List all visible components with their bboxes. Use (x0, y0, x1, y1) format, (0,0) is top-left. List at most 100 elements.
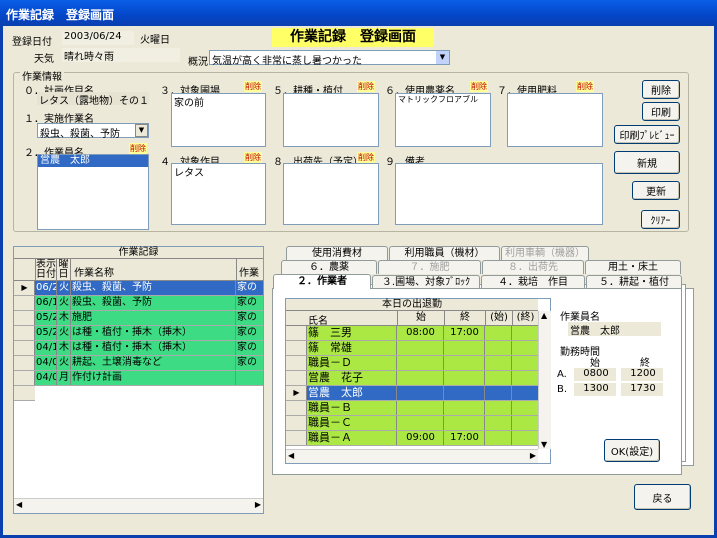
list-item[interactable]: 営農 太郎 (38, 155, 148, 167)
attendance-hscrollbar[interactable]: ◀ ▶ (286, 449, 538, 463)
back-button[interactable]: 戻る (634, 484, 691, 510)
chevron-down-icon[interactable]: ▼ (135, 124, 148, 137)
cell-start (397, 386, 444, 400)
tab-vehicles[interactable]: 利用車輌（機器） (501, 246, 589, 260)
crop-list[interactable]: レタス (171, 163, 266, 225)
table-row[interactable]: 04/05月作付け計画 (14, 371, 263, 386)
cell-day: 火 (57, 356, 71, 370)
ok-settings-button[interactable]: OK(設定) (604, 439, 660, 462)
table-row[interactable]: 04/10木は種・植付・挿木（挿木）家の (14, 341, 263, 356)
chevron-down-icon[interactable]: ▼ (436, 51, 449, 64)
cell-start: 09:00 (397, 431, 444, 445)
worker-list[interactable]: 営農 太郎 (37, 154, 149, 230)
cell-name: 職員－Ｂ (307, 401, 397, 415)
task-value: 殺虫、殺菌、予防 (40, 129, 120, 140)
a-label: A. (557, 369, 567, 380)
table-row[interactable]: 06/10火殺虫、殺菌、予防家の (14, 296, 263, 311)
tab-pesticide[interactable]: ６．農薬 (281, 260, 377, 274)
table-row[interactable]: 職員－Ａ 09:00 17:00 (286, 431, 538, 446)
scroll-right-icon[interactable]: ▶ (530, 451, 536, 460)
tab-staff-equipment[interactable]: 利用職員（機材） (389, 246, 500, 260)
a-end[interactable]: 1200 (621, 368, 663, 381)
table-row-empty[interactable] (14, 386, 35, 401)
attendance-grid[interactable]: 本日の出退勤 氏名 始 終 (始) (終) 篠 三男 08:00 17:00 篠 常雄… (285, 298, 551, 464)
tab-field-block[interactable]: ３.圃場、対象ﾌﾞﾛｯｸ (372, 275, 480, 288)
cell-end2 (512, 371, 538, 385)
tab-shipping[interactable]: ８．出荷先 (482, 260, 584, 274)
date-label: 登録日付 (12, 37, 52, 48)
detail-worker-value: 営農 太郎 (568, 322, 661, 337)
col-start2: (始) (485, 311, 512, 326)
cell-date: 05/29 (35, 311, 57, 325)
new-button[interactable]: 新規 (614, 151, 680, 174)
condition-select[interactable]: 気温が高く非常に蒸し暑つかった ▼ (209, 50, 450, 67)
list-item[interactable]: マトリックフロアブル (396, 94, 490, 105)
cell-name: 職員－Ａ (307, 431, 397, 445)
cell-end2 (512, 401, 538, 415)
b-start[interactable]: 1300 (574, 383, 616, 396)
update-button[interactable]: 更新 (632, 181, 680, 200)
tab-tillage[interactable]: ５．耕起・植付 (586, 275, 682, 288)
tillage-list[interactable] (283, 93, 379, 147)
cell-start (397, 341, 444, 355)
ship-list[interactable] (283, 163, 379, 225)
row-indicator (14, 326, 35, 340)
pesticide-delete-tag[interactable]: 削除 (470, 81, 488, 92)
field-list[interactable]: 家の前 (171, 93, 266, 147)
ship-delete-tag[interactable]: 削除 (357, 152, 375, 163)
note-textarea[interactable] (395, 163, 603, 225)
records-hscrollbar[interactable]: ◀ ▶ (14, 498, 263, 513)
scroll-up-icon[interactable]: ▲ (541, 311, 547, 320)
hours-end-label: 終 (640, 358, 650, 369)
list-item[interactable]: レタス (172, 164, 265, 179)
col-name: 氏名 (308, 316, 328, 327)
pesticide-list[interactable]: マトリックフロアブル (395, 93, 491, 147)
table-row[interactable]: 職員－Ｂ (286, 401, 538, 416)
scroll-left-icon[interactable]: ◀ (16, 500, 22, 509)
table-row[interactable]: 05/20火は種・植付・挿木（挿木）家の (14, 326, 263, 341)
cell-day: 月 (57, 371, 71, 385)
cell-name: 営農 花子 (307, 371, 397, 385)
table-row[interactable]: 職員－Ｄ (286, 356, 538, 371)
row-indicator (286, 416, 307, 430)
fertilizer-delete-tag[interactable]: 削除 (576, 81, 594, 92)
cell-date: 06/24 (35, 281, 57, 295)
date-value[interactable]: 2003/06/24 (62, 31, 134, 45)
tillage-delete-tag[interactable]: 削除 (357, 81, 375, 92)
tab-consumables[interactable]: 使用消費材 (286, 246, 388, 260)
scroll-down-icon[interactable]: ▼ (541, 440, 547, 449)
table-row[interactable]: 篠 常雄 (286, 341, 538, 356)
cell-end: 17:00 (444, 431, 485, 445)
delete-button[interactable]: 削除 (642, 80, 680, 99)
task-select[interactable]: 殺虫、殺菌、予防 ▼ (37, 123, 149, 140)
a-start[interactable]: 0800 (574, 368, 616, 381)
table-row[interactable]: ▶ 営農 太郎 (286, 386, 538, 401)
table-row[interactable]: ▶06/24火殺虫、殺菌、予防家の (14, 281, 263, 296)
table-row[interactable]: 職員－Ｃ (286, 416, 538, 431)
print-button[interactable]: 印刷 (642, 102, 680, 121)
weather-value[interactable]: 晴れ時々雨 (62, 48, 180, 63)
scroll-right-icon[interactable]: ▶ (255, 500, 261, 509)
table-row[interactable]: 04/08火耕起、土壌消毒など家の (14, 356, 263, 371)
tab-workers[interactable]: ２．作業者 (273, 274, 371, 289)
tab-fertilizer[interactable]: ７．施肥 (378, 260, 481, 274)
tab-soil[interactable]: 用土・床土 (585, 260, 681, 274)
worker-delete-tag[interactable]: 削除 (129, 143, 147, 154)
scroll-left-icon[interactable]: ◀ (288, 451, 294, 460)
table-row[interactable]: 05/29木施肥家の (14, 311, 263, 326)
row-indicator (14, 356, 35, 370)
fertilizer-list[interactable] (507, 93, 603, 147)
table-row[interactable]: 営農 花子 (286, 371, 538, 386)
col-place: 作業 (236, 259, 263, 281)
crop-delete-tag[interactable]: 削除 (244, 152, 262, 163)
attendance-vscrollbar[interactable]: ▲ ▼ (538, 311, 551, 449)
table-row[interactable]: 篠 三男 08:00 17:00 (286, 326, 538, 341)
cell-name: 作付け計画 (71, 371, 236, 385)
list-item[interactable]: 家の前 (172, 94, 265, 109)
cell-end2 (512, 341, 538, 355)
clear-button[interactable]: ｸﾘｱｰ (641, 210, 680, 229)
print-preview-button[interactable]: 印刷ﾌﾟﾚﾋﾞｭｰ (614, 125, 680, 144)
tab-cultivation[interactable]: ４．栽培 作目 (481, 275, 585, 288)
b-end[interactable]: 1730 (621, 383, 663, 396)
field-delete-tag[interactable]: 削除 (244, 81, 262, 92)
